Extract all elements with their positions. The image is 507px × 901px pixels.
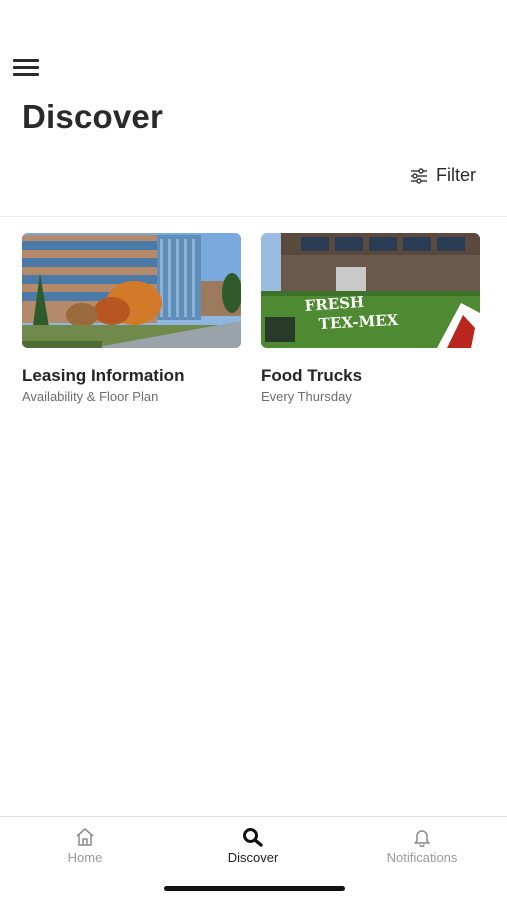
tab-discover[interactable]: Discover	[193, 827, 313, 865]
office-building-photo	[22, 233, 241, 348]
menu-button[interactable]	[13, 57, 41, 79]
food-truck-photo: FRESH TEX-MEX	[261, 233, 480, 348]
home-icon	[76, 828, 94, 846]
card-subtitle: Availability & Floor Plan	[22, 389, 159, 404]
divider	[0, 216, 507, 217]
bell-icon	[414, 830, 430, 847]
page-title: Discover	[22, 98, 164, 135]
card-title: Food Trucks	[261, 366, 363, 385]
tab-notifications[interactable]: Notifications	[362, 827, 482, 865]
home-indicator	[164, 886, 345, 891]
tab-home[interactable]: Home	[25, 827, 145, 865]
search-icon	[243, 828, 263, 847]
hamburger-menu-icon	[13, 59, 39, 62]
tab-label: Discover	[227, 850, 279, 865]
sliders-icon	[411, 167, 427, 184]
card-title: Leasing Information	[22, 366, 185, 385]
filter-label: Filter	[436, 165, 476, 185]
card-food-trucks[interactable]: FRESH TEX-MEX Food Trucks Every Thursday	[261, 233, 480, 404]
tab-label: Notifications	[386, 850, 458, 865]
card-leasing-information[interactable]: Leasing Information Availability & Floor…	[22, 233, 241, 404]
tab-label: Home	[67, 850, 103, 865]
filter-button[interactable]: Filter	[410, 165, 476, 186]
card-subtitle: Every Thursday	[261, 389, 352, 404]
